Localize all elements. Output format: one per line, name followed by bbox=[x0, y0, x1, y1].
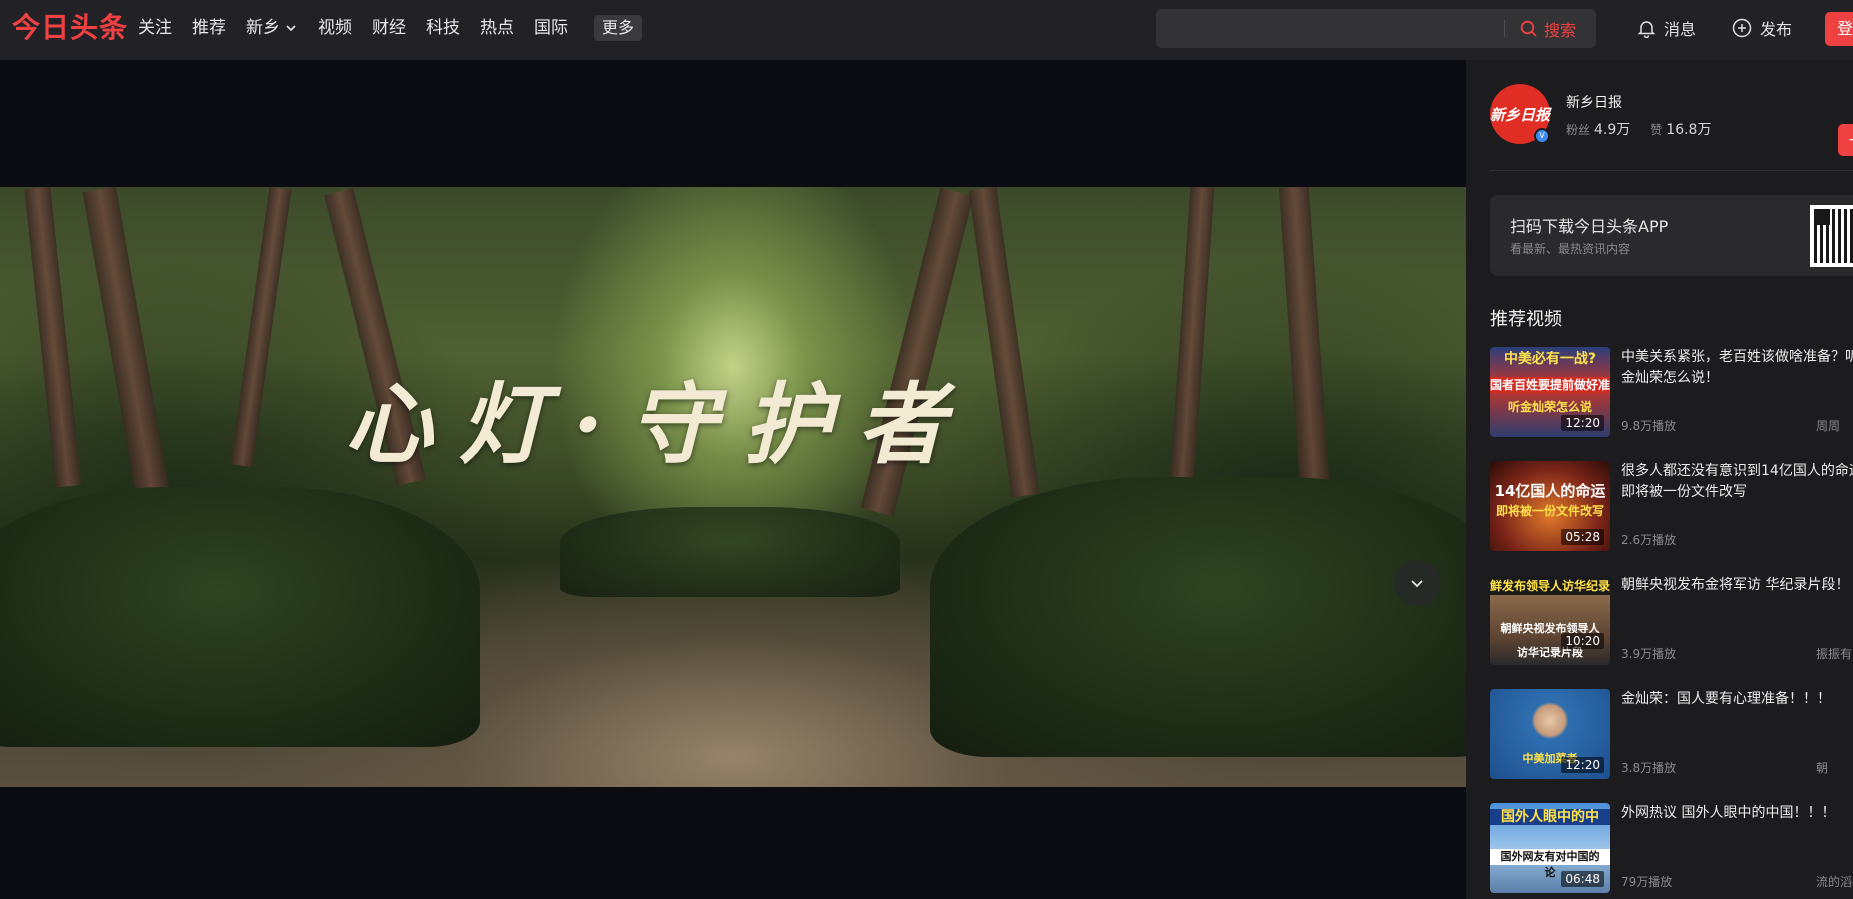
recommend-title[interactable]: 朝鲜央视发布金将军访 华纪录片段！ bbox=[1621, 575, 1853, 596]
app-download-subtitle: 看最新、最热资讯内容 bbox=[1510, 242, 1631, 256]
video-thumbnail[interactable]: 中美必有一战? 国者百姓要提前做好准 听金灿荣怎么说 12:20 bbox=[1490, 347, 1610, 437]
qr-code bbox=[1810, 205, 1853, 267]
recommend-item[interactable]: 中美必有一战? 国者百姓要提前做好准 听金灿荣怎么说 12:20 中美关系紧张，… bbox=[1490, 347, 1853, 461]
thumbnail-caption: 听金灿荣怎么说 bbox=[1507, 400, 1592, 414]
recommend-item[interactable]: 国外人眼中的中 国外网友有对中国的 论 06:48 外网热议 国外人眼中的中国！… bbox=[1490, 803, 1853, 899]
toutiao-logo[interactable]: 今日头条 bbox=[12, 10, 128, 46]
bell-icon bbox=[1637, 20, 1656, 38]
nav-more-button[interactable]: 更多 bbox=[594, 15, 643, 41]
follow-button[interactable]: + 关 bbox=[1838, 124, 1853, 156]
thumbnail-caption: 即将被一份文件改写 bbox=[1495, 504, 1604, 518]
top-bar: 今日头条 关注 推荐 新乡 视频 财经 科技 热点 国际 更多 搜索 消息 发布… bbox=[0, 0, 1853, 60]
login-button[interactable]: 登 bbox=[1825, 12, 1853, 46]
likes-label: 赞 bbox=[1650, 123, 1663, 137]
recommend-author[interactable]: 振振有 bbox=[1816, 645, 1852, 662]
search-input[interactable] bbox=[1168, 15, 1528, 42]
publish-button[interactable]: 发布 bbox=[1732, 14, 1792, 42]
recommend-title[interactable]: 金灿荣：国人要有心理准备！！！ bbox=[1621, 689, 1853, 710]
search-box: 搜索 bbox=[1156, 9, 1596, 48]
play-count: 9.8万播放 bbox=[1621, 419, 1677, 433]
nav-item-follow[interactable]: 关注 bbox=[138, 0, 172, 56]
recommend-title[interactable]: 中美关系紧张，老百姓该做啥准备？听金灿荣怎么说！ bbox=[1621, 347, 1853, 389]
recommend-item[interactable]: 鲜发布领导人访华纪录 朝鲜央视发布领导人 访华记录片段 10:20 朝鲜央视发布… bbox=[1490, 575, 1853, 689]
play-count: 2.6万播放 bbox=[1621, 533, 1677, 547]
nav-item-international[interactable]: 国际 bbox=[534, 0, 568, 56]
video-duration: 12:20 bbox=[1561, 757, 1604, 773]
video-thumbnail[interactable]: 中美加菜者 12:20 bbox=[1490, 689, 1610, 779]
nav-item-video[interactable]: 视频 bbox=[318, 0, 352, 56]
messages-label: 消息 bbox=[1664, 20, 1697, 39]
recommend-heading: 推荐视频 bbox=[1490, 309, 1562, 330]
video-overlay-title-text: 心灯·守护者 bbox=[344, 371, 972, 476]
recommend-list: 中美必有一战? 国者百姓要提前做好准 听金灿荣怎么说 12:20 中美关系紧张，… bbox=[1490, 347, 1853, 899]
author-stats: 粉丝 4.9万 赞 16.8万 bbox=[1566, 119, 1731, 139]
nav-item-recommend[interactable]: 推荐 bbox=[192, 0, 226, 56]
search-divider bbox=[1504, 20, 1505, 37]
recommend-title[interactable]: 外网热议 国外人眼中的中国！！！ bbox=[1621, 803, 1853, 824]
plus-circle-icon bbox=[1732, 18, 1752, 38]
video-thumbnail[interactable]: 鲜发布领导人访华纪录 朝鲜央视发布领导人 访华记录片段 10:20 bbox=[1490, 575, 1610, 665]
author-card: 新乡日报 V 新乡日报 粉丝 4.9万 赞 16.8万 + 关 bbox=[1490, 84, 1853, 156]
publish-label: 发布 bbox=[1760, 20, 1793, 39]
nav-item-xinxiang-label: 新乡 bbox=[246, 18, 280, 38]
author-name[interactable]: 新乡日报 bbox=[1566, 92, 1622, 112]
avatar-text: 新乡日报 bbox=[1490, 105, 1551, 124]
video-duration: 05:28 bbox=[1561, 529, 1604, 545]
chevron-down-icon bbox=[1411, 580, 1423, 588]
thumbnail-caption: 鲜发布领导人访华纪录 bbox=[1490, 579, 1610, 593]
play-count: 79万播放 bbox=[1621, 875, 1673, 889]
divider bbox=[1490, 170, 1853, 171]
app-download-title: 扫码下载今日头条APP bbox=[1510, 217, 1669, 236]
thumbnail-caption: 国外网友有对中国的 bbox=[1490, 849, 1610, 865]
video-player[interactable]: 心灯·守护者 bbox=[0, 60, 1466, 899]
thumbnail-caption: 国者百姓要提前做好准 bbox=[1490, 377, 1610, 393]
recommend-author[interactable]: 周周 bbox=[1816, 417, 1840, 434]
search-button-label: 搜索 bbox=[1544, 20, 1577, 40]
recommend-title[interactable]: 很多人都还没有意识到14亿国人的命运即将被一份文件改写 bbox=[1621, 461, 1853, 503]
thumbnail-caption: 14亿国人的命运 bbox=[1494, 483, 1606, 499]
right-sidebar: 新乡日报 V 新乡日报 粉丝 4.9万 赞 16.8万 + 关 扫码下载今日头条… bbox=[1466, 60, 1853, 899]
video-duration: 06:48 bbox=[1561, 871, 1604, 887]
recommend-author[interactable]: 朝 bbox=[1816, 759, 1828, 776]
video-frame[interactable]: 心灯·守护者 bbox=[0, 187, 1466, 787]
video-duration: 10:20 bbox=[1561, 633, 1604, 649]
video-overlay-title: 心灯·守护者 bbox=[0, 187, 1466, 787]
play-count: 3.9万播放 bbox=[1621, 647, 1677, 661]
main-nav: 关注 推荐 新乡 视频 财经 科技 热点 国际 更多 bbox=[138, 0, 643, 56]
recommend-item[interactable]: 14亿国人的命运 即将被一份文件改写 05:28 很多人都还没有意识到14亿国人… bbox=[1490, 461, 1853, 575]
thumbnail-caption: 中美必有一战? bbox=[1503, 351, 1597, 367]
fans-count: 4.9万 bbox=[1594, 122, 1631, 138]
nav-item-hot[interactable]: 热点 bbox=[480, 0, 514, 56]
verified-badge-icon: V bbox=[1534, 128, 1550, 144]
play-count: 3.8万播放 bbox=[1621, 761, 1677, 775]
nav-item-tech[interactable]: 科技 bbox=[426, 0, 460, 56]
chevron-down-icon bbox=[286, 25, 296, 32]
messages-button[interactable]: 消息 bbox=[1637, 14, 1696, 42]
nav-item-xinxiang[interactable]: 新乡 bbox=[246, 0, 298, 56]
fans-label: 粉丝 bbox=[1566, 123, 1591, 137]
search-icon bbox=[1520, 20, 1537, 37]
likes-count: 16.8万 bbox=[1666, 122, 1712, 138]
nav-item-finance[interactable]: 财经 bbox=[372, 0, 406, 56]
video-thumbnail[interactable]: 14亿国人的命运 即将被一份文件改写 05:28 bbox=[1490, 461, 1610, 551]
recommend-author[interactable]: 流的滔都是 bbox=[1816, 873, 1853, 890]
collapse-button[interactable] bbox=[1394, 560, 1440, 606]
recommend-item[interactable]: 中美加菜者 12:20 金灿荣：国人要有心理准备！！！ 3.8万播放 朝 bbox=[1490, 689, 1853, 803]
thumbnail-caption: 国外人眼中的中 bbox=[1490, 809, 1610, 825]
app-download-card[interactable]: 扫码下载今日头条APP 看最新、最热资讯内容 bbox=[1490, 195, 1853, 276]
video-duration: 12:20 bbox=[1561, 415, 1604, 431]
search-button[interactable]: 搜索 bbox=[1520, 9, 1576, 48]
video-thumbnail[interactable]: 国外人眼中的中 国外网友有对中国的 论 06:48 bbox=[1490, 803, 1610, 893]
